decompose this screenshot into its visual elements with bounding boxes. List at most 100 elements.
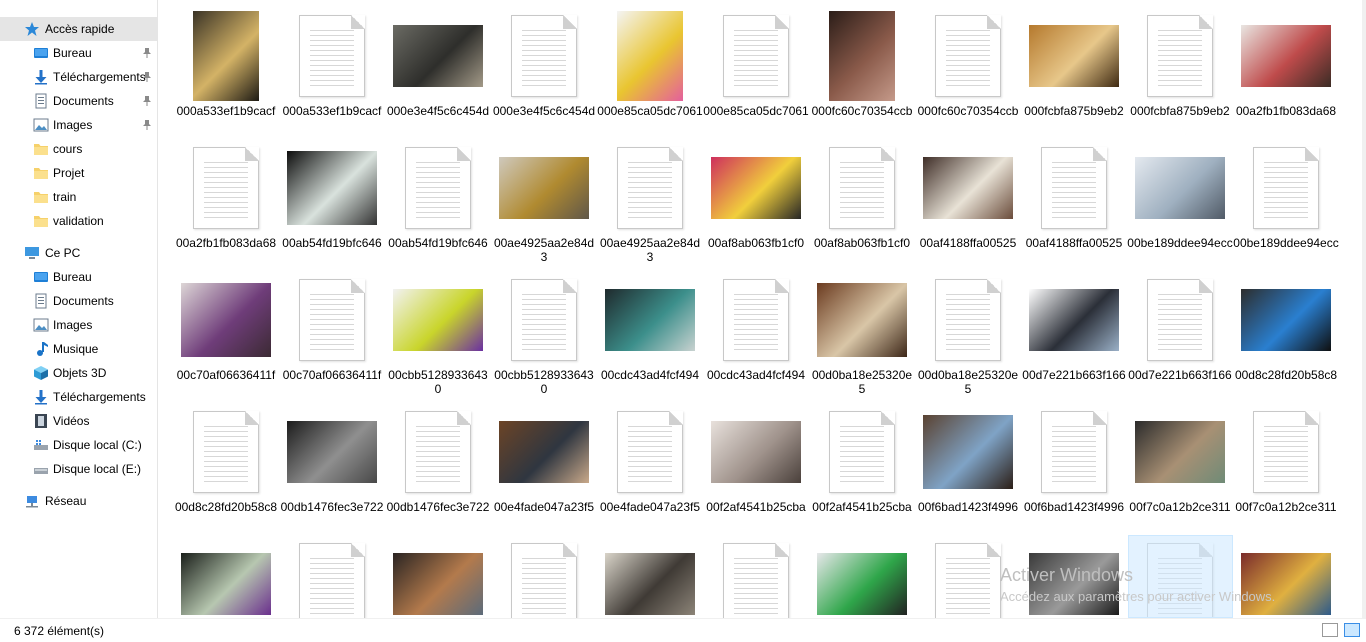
file-item-document[interactable]: 00d0ba18e25320e5	[915, 272, 1021, 400]
file-thumbnail	[915, 8, 1021, 104]
file-item-image[interactable]: 000e85ca05dc7061	[597, 8, 703, 136]
file-name: 00f6bad1423f4996	[1023, 500, 1125, 514]
nav-pc-5[interactable]: Téléchargements	[0, 385, 157, 409]
document-file-icon	[1147, 279, 1213, 361]
file-item-document[interactable]: 00d7e221b663f166	[1127, 272, 1233, 400]
file-item-image[interactable]: 00db1476fec3e722	[279, 404, 385, 532]
nav-pc-4[interactable]: Objets 3D	[0, 361, 157, 385]
nav-pc-8[interactable]: Disque local (E:)	[0, 457, 157, 481]
file-name: 00a2fb1fb083da68	[1235, 104, 1337, 118]
file-item-image[interactable]: 00f6bad1423f4996	[915, 404, 1021, 532]
file-item-document[interactable]: 000e3e4f5c6c454d	[491, 8, 597, 136]
file-item-document[interactable]: 00db1476fec3e722	[385, 404, 491, 532]
file-item-document[interactable]: 00ab54fd19bfc646	[385, 140, 491, 268]
file-item-document[interactable]: 00af4188ffa00525	[1021, 140, 1127, 268]
file-item-image[interactable]: 00af8ab063fb1cf0	[703, 140, 809, 268]
file-item-document[interactable]: 00f7c0a12b2ce311	[1233, 404, 1339, 532]
file-item-image[interactable]: 00af4188ffa00525	[915, 140, 1021, 268]
file-item-document[interactable]: 000fcbfa875b9eb2	[1127, 8, 1233, 136]
nav-quick-2[interactable]: Documents	[0, 89, 157, 113]
nav-pc-0[interactable]: Bureau	[0, 265, 157, 289]
nav-quick-1[interactable]: Téléchargements	[0, 65, 157, 89]
file-item-document[interactable]: 00e4fade047a23f5	[597, 404, 703, 532]
file-item-image[interactable]: 000fc60c70354ccb	[809, 8, 915, 136]
navigation-pane: Accès rapide Bureau Téléchargements Documen…	[0, 0, 158, 618]
nav-label: Images	[53, 118, 93, 132]
nav-pc-6[interactable]: Vidéos	[0, 409, 157, 433]
file-item-document[interactable]	[491, 536, 597, 618]
file-item-image[interactable]: 00d8c28fd20b58c8	[1233, 272, 1339, 400]
nav-pc-2[interactable]: Images	[0, 313, 157, 337]
document-file-icon	[299, 15, 365, 97]
file-item-image[interactable]	[1233, 536, 1339, 618]
image-preview	[499, 421, 589, 483]
file-item-document[interactable]: 00be189ddee94ecc	[1233, 140, 1339, 268]
file-thumbnail	[1233, 140, 1339, 236]
file-item-document[interactable]: 00f2af4541b25cba	[809, 404, 915, 532]
file-item-document[interactable]: 00a2fb1fb083da68	[173, 140, 279, 268]
nav-this-pc[interactable]: Ce PC	[0, 241, 157, 265]
file-item-image[interactable]: 00d0ba18e25320e5	[809, 272, 915, 400]
document-file-icon	[617, 411, 683, 493]
image-preview	[605, 553, 695, 615]
file-item-document[interactable]: 00f6bad1423f4996	[1021, 404, 1127, 532]
file-thumbnail	[491, 536, 597, 618]
nav-pc-1[interactable]: Documents	[0, 289, 157, 313]
file-name: 00cdc43ad4fcf494	[600, 368, 700, 382]
file-item-document[interactable]: 000a533ef1b9cacf	[279, 8, 385, 136]
file-item-document[interactable]	[279, 536, 385, 618]
file-name: 00ab54fd19bfc646	[388, 236, 488, 250]
file-item-image[interactable]: 00cdc43ad4fcf494	[597, 272, 703, 400]
nav-label: Ce PC	[45, 246, 81, 260]
image-preview	[711, 421, 801, 483]
nav-pc-3[interactable]: Musique	[0, 337, 157, 361]
file-item-image[interactable]: 00e4fade047a23f5	[491, 404, 597, 532]
document-file-icon	[935, 279, 1001, 361]
details-view-button[interactable]	[1322, 623, 1338, 637]
nav-quick-7[interactable]: validation	[0, 209, 157, 233]
file-item-image[interactable]: 000fcbfa875b9eb2	[1021, 8, 1127, 136]
file-item-image[interactable]: 00a2fb1fb083da68	[1233, 8, 1339, 136]
file-item-image[interactable]: 00cbb51289336430	[385, 272, 491, 400]
file-item-document[interactable]: 00d8c28fd20b58c8	[173, 404, 279, 532]
file-item-image[interactable]	[173, 536, 279, 618]
file-item-image[interactable]: 000a533ef1b9cacf	[173, 8, 279, 136]
nav-label: Téléchargements	[53, 390, 146, 404]
file-item-image[interactable]: 00ae4925aa2e84d3	[491, 140, 597, 268]
nav-quick-3[interactable]: Images	[0, 113, 157, 137]
file-item-image[interactable]: 00ab54fd19bfc646	[279, 140, 385, 268]
file-thumbnail	[703, 272, 809, 368]
file-item-image[interactable]	[809, 536, 915, 618]
file-item-image[interactable]	[385, 536, 491, 618]
file-item-image[interactable]: 00c70af06636411f	[173, 272, 279, 400]
file-item-image[interactable]: 00d7e221b663f166	[1021, 272, 1127, 400]
file-item-image[interactable]	[597, 536, 703, 618]
large-icons-view-button[interactable]	[1344, 623, 1360, 637]
file-thumbnail	[385, 404, 491, 500]
nav-quick-access[interactable]: Accès rapide	[0, 17, 157, 41]
file-name: 00db1476fec3e722	[280, 500, 384, 514]
file-item-document[interactable]: 00ae4925aa2e84d3	[597, 140, 703, 268]
file-item-document[interactable]: 00c70af06636411f	[279, 272, 385, 400]
nav-pc-7[interactable]: Disque local (C:)	[0, 433, 157, 457]
nav-quick-6[interactable]: train	[0, 185, 157, 209]
vertical-scrollbar[interactable]	[1362, 0, 1366, 618]
nav-label: Disque local (C:)	[53, 438, 142, 452]
file-item-document[interactable]: 00af8ab063fb1cf0	[809, 140, 915, 268]
nav-quick-0[interactable]: Bureau	[0, 41, 157, 65]
file-item-document[interactable]: 000e85ca05dc7061	[703, 8, 809, 136]
nav-network[interactable]: Réseau	[0, 489, 157, 513]
nav-quick-4[interactable]: cours	[0, 137, 157, 161]
nav-quick-5[interactable]: Projet	[0, 161, 157, 185]
file-item-document[interactable]: 00cdc43ad4fcf494	[703, 272, 809, 400]
file-item-image[interactable]: 00f2af4541b25cba	[703, 404, 809, 532]
file-item-document[interactable]: 000fc60c70354ccb	[915, 8, 1021, 136]
file-item-image[interactable]: 00be189ddee94ecc	[1127, 140, 1233, 268]
file-item-document[interactable]	[703, 536, 809, 618]
document-file-icon	[405, 411, 471, 493]
file-item-image[interactable]: 000e3e4f5c6c454d	[385, 8, 491, 136]
file-item-document[interactable]: 00cbb51289336430	[491, 272, 597, 400]
file-name: 00af8ab063fb1cf0	[813, 236, 911, 250]
file-item-image[interactable]: 00f7c0a12b2ce311	[1127, 404, 1233, 532]
document-file-icon	[1253, 147, 1319, 229]
